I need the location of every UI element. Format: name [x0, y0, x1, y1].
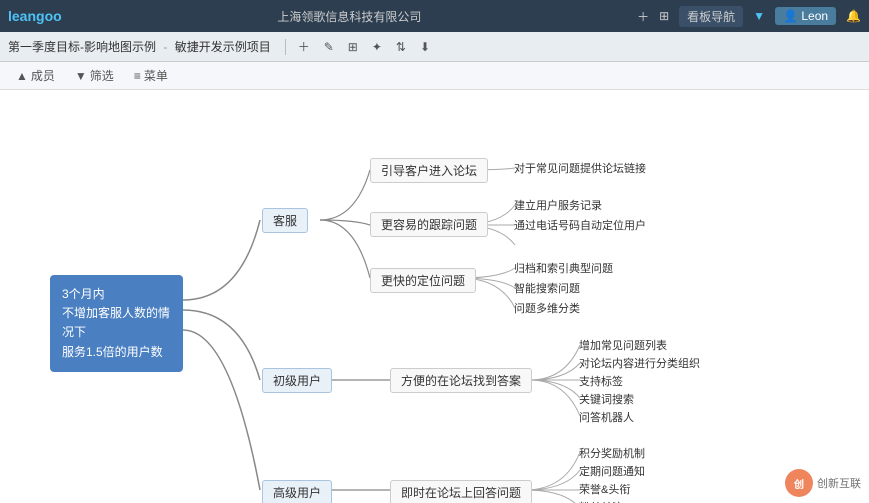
members-icon: ▲: [16, 69, 28, 83]
toolbar-separator: [285, 39, 286, 55]
toolbar2: ▲ 成员 ▼ 筛选 ≡ 菜单: [0, 62, 869, 90]
central-line1: 3个月内: [62, 285, 171, 304]
sub-branch-yindao[interactable]: 引导客户进入论坛: [370, 158, 488, 183]
sub-branch-gengzong[interactable]: 更容易的跟踪问题: [370, 212, 488, 237]
grid-button[interactable]: ⊞: [659, 9, 669, 23]
branch-chuji-label: 初级用户: [273, 374, 321, 388]
sub-yindao-label: 引导客户进入论坛: [381, 164, 477, 178]
sub-dingwei-label: 更快的定位问题: [381, 274, 465, 288]
edit-button[interactable]: ✎: [318, 38, 340, 56]
menu-button[interactable]: ≡ 菜单: [126, 65, 176, 86]
leaf-6: 问题多维分类: [514, 300, 580, 316]
sub-branch-dingwei[interactable]: 更快的定位问题: [370, 268, 476, 293]
leaf-10: 关键词搜索: [579, 391, 634, 407]
members-button[interactable]: ▲ 成员: [8, 65, 63, 86]
leaf-8: 对论坛内容进行分类组织: [579, 355, 700, 371]
menu-icon: ≡: [134, 69, 141, 83]
user-badge[interactable]: 👤 Leon: [775, 7, 836, 25]
branch-kefu[interactable]: 客服: [262, 208, 308, 233]
leaf-2: 建立用户服务记录: [514, 197, 602, 213]
watermark-text: 创新互联: [817, 475, 861, 491]
project-subtitle: 敏捷开发示例项目: [175, 40, 271, 54]
user-icon: 👤: [783, 9, 798, 23]
top-bar: leangoo 上海领歌信息科技有限公司 ＋ ⊞ 看板导航 ▼ 👤 Leon 🔔: [0, 0, 869, 32]
leaf-14: 荣誉&头衔: [579, 481, 630, 497]
filter-button[interactable]: ▼ 筛选: [67, 65, 122, 86]
leaf-9: 支持标签: [579, 373, 623, 389]
move-button[interactable]: ⇅: [390, 38, 412, 56]
project-title: 第一季度目标-影响地图示例: [8, 40, 156, 54]
menu-label: 菜单: [144, 67, 168, 84]
central-line3: 服务1.5倍的用户数: [62, 343, 171, 362]
sub-fangbian-label: 方便的在论坛找到答案: [401, 374, 521, 388]
leaf-7: 增加常见问题列表: [579, 337, 667, 353]
main-canvas[interactable]: 3个月内 不增加客服人数的情况下 服务1.5倍的用户数 客服 引导客户进入论坛 …: [0, 90, 869, 503]
toolbar-title: 第一季度目标-影响地图示例 - 敏捷开发示例项目: [8, 38, 271, 55]
watermark-logo-text: 创: [794, 476, 804, 491]
add-node-button[interactable]: ＋: [292, 36, 316, 57]
branch-gaoji[interactable]: 高级用户: [262, 480, 332, 503]
copy-button[interactable]: ⊞: [342, 38, 364, 56]
top-bar-left: leangoo: [8, 8, 62, 24]
plus-button[interactable]: ＋: [637, 8, 649, 25]
sub-jishi-label: 即时在论坛上回答问题: [401, 486, 521, 500]
leaf-12: 积分奖励机制: [579, 445, 645, 461]
central-node[interactable]: 3个月内 不增加客服人数的情况下 服务1.5倍的用户数: [50, 275, 183, 372]
sub-gengzong-label: 更容易的跟踪问题: [381, 218, 477, 232]
bell-icon[interactable]: 🔔: [846, 9, 861, 23]
watermark: 创 创新互联: [785, 469, 861, 497]
sub-branch-fangbian[interactable]: 方便的在论坛找到答案: [390, 368, 532, 393]
sub-branch-jishi[interactable]: 即时在论坛上回答问题: [390, 480, 532, 503]
leaf-5: 智能搜索问题: [514, 280, 580, 296]
leaf-1: 对于常见问题提供论坛链接: [514, 160, 646, 176]
branch-gaoji-label: 高级用户: [273, 486, 321, 500]
central-line2: 不增加客服人数的情况下: [62, 304, 171, 342]
nav-label[interactable]: 看板导航: [679, 6, 743, 27]
filter-label: 筛选: [90, 67, 114, 84]
leaf-13: 定期问题通知: [579, 463, 645, 479]
user-name: Leon: [801, 9, 828, 23]
branch-chuji[interactable]: 初级用户: [262, 368, 332, 393]
logo: leangoo: [8, 8, 62, 24]
leaf-11: 问答机器人: [579, 409, 634, 425]
top-center-text: 上海领歌信息科技有限公司: [277, 8, 421, 25]
members-label: 成员: [31, 67, 55, 84]
leaf-15: 粉丝关注: [579, 499, 623, 503]
filter-icon: ▼: [75, 69, 87, 83]
delete-button[interactable]: ✦: [366, 38, 388, 56]
top-bar-right: ＋ ⊞ 看板导航 ▼ 👤 Leon 🔔: [637, 6, 861, 27]
leaf-3: 通过电话号码自动定位用户: [514, 217, 646, 233]
export-button[interactable]: ⬇: [414, 38, 436, 56]
branch-kefu-label: 客服: [273, 214, 297, 228]
watermark-logo: 创: [785, 469, 813, 497]
leaf-4: 归档和索引典型问题: [514, 260, 613, 276]
toolbar: 第一季度目标-影响地图示例 - 敏捷开发示例项目 ＋ ✎ ⊞ ✦ ⇅ ⬇: [0, 32, 869, 62]
